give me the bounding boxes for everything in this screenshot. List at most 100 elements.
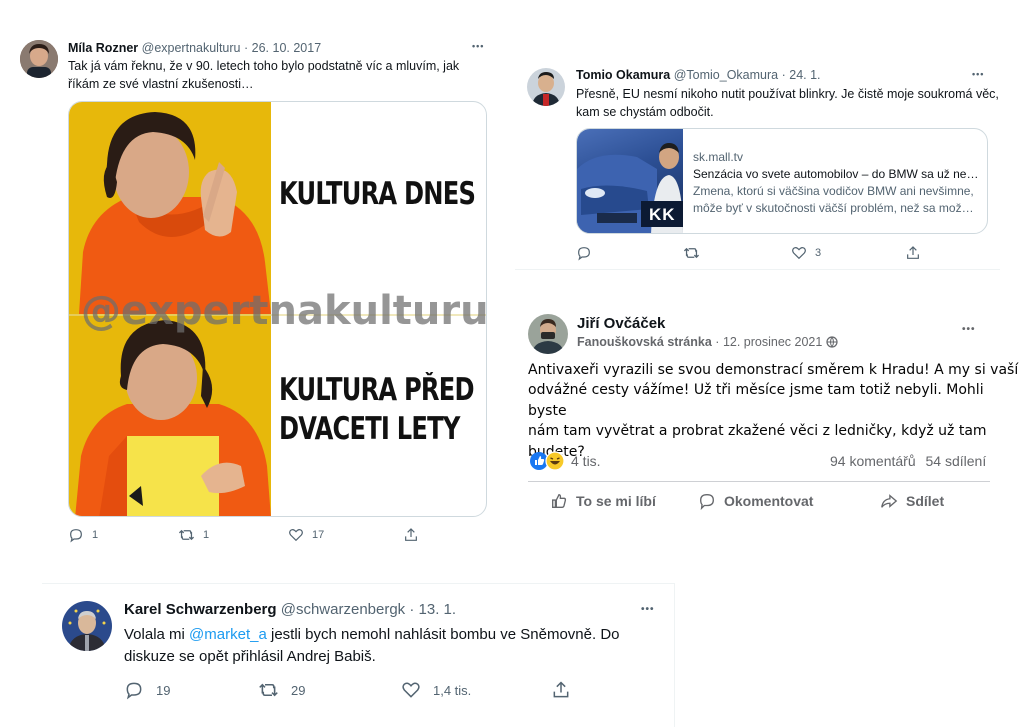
more-options-button[interactable]: ••• xyxy=(972,69,984,79)
tweet-text-line: Přesně, EU nesmí nikoho nutit používat b… xyxy=(576,87,999,101)
meme-top-text: KULTURA DNES xyxy=(279,176,476,212)
post-text-line: odvážné cesty vážíme! Už tři měsíce jsme… xyxy=(528,382,984,419)
avatar-portrait-icon xyxy=(528,314,568,354)
author-name[interactable]: Míla Rozner xyxy=(68,41,138,55)
author-handle[interactable]: @schwarzenbergk xyxy=(281,601,405,618)
post-text: Antivaxeři vyrazili se svou demonstrací … xyxy=(528,360,1024,462)
like-count: 1,4 tis. xyxy=(433,682,472,698)
retweet-button[interactable]: 1 xyxy=(178,527,288,543)
shares-count-link[interactable]: 54 sdílení xyxy=(926,453,987,469)
link-description-line: Zmena, ktorú si väčšina vodičov BMW ani … xyxy=(693,184,974,198)
comments-count-link[interactable]: 94 komentářů xyxy=(830,453,916,469)
actions-divider xyxy=(528,481,990,482)
post-actions: To se mi líbí Okomentovat Sdílet xyxy=(550,492,944,510)
tweet-actions: 19 29 1,4 tis. xyxy=(124,680,571,700)
author-handle[interactable]: @Tomio_Okamura xyxy=(674,68,778,82)
heart-icon xyxy=(402,682,420,698)
post-text-line: Antivaxeři vyrazili se svou demonstrací … xyxy=(528,362,1019,378)
mention-link[interactable]: @market_a xyxy=(189,626,267,643)
laugh-reaction-icon xyxy=(545,451,565,471)
heart-icon xyxy=(792,246,806,260)
author-name[interactable]: Jiří Ovčáček xyxy=(577,315,665,332)
avatar[interactable] xyxy=(20,40,58,78)
post-text-line: nám tam vyvětrat a probrat zkažené věci … xyxy=(528,423,987,440)
tweet-date[interactable]: 24. 1. xyxy=(789,68,820,82)
link-thumbnail: KK xyxy=(577,129,683,233)
share-button[interactable] xyxy=(551,680,571,700)
like-post-button[interactable]: To se mi líbí xyxy=(550,492,698,510)
retweet-button[interactable]: 29 xyxy=(258,680,401,700)
tweet-card-rozner: Míla Rozner @expertnakulturu · 26. 10. 2… xyxy=(0,0,505,560)
like-button[interactable]: 3 xyxy=(791,245,905,261)
like-post-label: To se mi líbí xyxy=(576,493,656,509)
like-count: 17 xyxy=(312,529,325,541)
tweet-text-line: říkám ze své vlastní zkušenosti… xyxy=(68,76,254,91)
thumb-logo: KK xyxy=(649,205,676,224)
reply-icon xyxy=(126,682,142,700)
avatar[interactable] xyxy=(62,601,112,651)
link-title: Senzácia vo svete automobilov – do BMW s… xyxy=(693,167,979,181)
retweet-button[interactable] xyxy=(683,245,791,261)
text-fragment: Volala mi xyxy=(124,626,190,643)
reactions-summary[interactable]: 4 tis. xyxy=(529,451,601,471)
meme-watermark: @expertnakulturu xyxy=(81,288,487,334)
tweet-text: Volala mi @market_a jestli bych nemohl n… xyxy=(124,624,620,668)
share-post-button[interactable]: Sdílet xyxy=(880,492,944,510)
link-preview-card[interactable]: KK sk.mall.tv Senzácia vo svete automobi… xyxy=(576,128,988,234)
tweet-text-line: diskuze se opět přihlásil Andrej Babiš. xyxy=(124,647,376,665)
share-icon xyxy=(405,528,417,541)
avatar-portrait-icon xyxy=(20,40,58,78)
public-globe-icon xyxy=(826,336,838,351)
tweet-actions: 3 xyxy=(576,245,921,261)
like-button[interactable]: 1,4 tis. xyxy=(401,680,551,700)
avatar[interactable] xyxy=(528,314,568,354)
reactions-count: 4 tis. xyxy=(571,453,601,469)
meme-bottom-text-line2: DVACETI LETY xyxy=(279,411,460,447)
reply-count: 19 xyxy=(156,682,171,698)
retweet-count: 1 xyxy=(203,529,210,541)
reply-button[interactable] xyxy=(576,245,683,261)
avatar-portrait-icon xyxy=(62,601,112,651)
tweet-date[interactable]: 26. 10. 2017 xyxy=(252,41,322,55)
tweet-text: Přesně, EU nesmí nikoho nutit používat b… xyxy=(576,86,999,121)
link-domain: sk.mall.tv xyxy=(693,150,744,164)
comment-bubble-icon xyxy=(700,494,714,510)
retweet-count: 29 xyxy=(291,682,306,698)
author-handle[interactable]: @expertnakulturu xyxy=(142,41,241,55)
share-icon xyxy=(553,681,569,698)
heart-icon xyxy=(289,528,303,542)
share-label: Sdílet xyxy=(906,493,945,509)
more-options-button[interactable]: ••• xyxy=(472,41,484,51)
reply-icon xyxy=(578,247,590,261)
separator-dot: · xyxy=(243,41,249,55)
separator-dot: · xyxy=(715,335,720,349)
share-button[interactable] xyxy=(403,527,419,543)
tweet-text-line: kam se chystám odbočit. xyxy=(576,104,714,119)
share-button[interactable] xyxy=(905,245,921,261)
comment-button[interactable]: Okomentovat xyxy=(698,492,880,510)
avatar-portrait-icon xyxy=(527,68,565,106)
reply-icon xyxy=(70,529,82,543)
share-arrow-icon xyxy=(881,494,898,508)
author-name[interactable]: Karel Schwarzenberg xyxy=(124,601,277,618)
tweet-text: Tak já vám řeknu, že v 90. letech toho b… xyxy=(68,58,459,93)
more-options-button[interactable]: ••• xyxy=(962,324,976,335)
post-date[interactable]: 12. prosinec 2021 xyxy=(723,335,822,349)
reply-button[interactable]: 19 xyxy=(124,680,258,700)
comment-label: Okomentovat xyxy=(724,493,814,509)
meme-figure-bottom-icon xyxy=(75,320,271,516)
like-count: 3 xyxy=(815,247,822,259)
more-options-button[interactable]: ••• xyxy=(641,604,655,615)
thumbs-up-icon xyxy=(552,494,567,508)
tweet-date[interactable]: 13. 1. xyxy=(419,601,457,618)
like-button[interactable]: 17 xyxy=(288,527,403,543)
page-name[interactable]: Fanouškovská stránka xyxy=(577,335,712,349)
author-name[interactable]: Tomio Okamura xyxy=(576,68,670,82)
reply-count: 1 xyxy=(92,529,99,541)
separator-dot: · xyxy=(781,68,786,82)
retweet-icon xyxy=(683,247,700,259)
reply-button[interactable]: 1 xyxy=(68,527,178,543)
avatar[interactable] xyxy=(527,68,565,106)
meme-image[interactable]: KULTURA DNES KULTURA PŘED DVACETI LETY @… xyxy=(68,101,487,517)
share-icon xyxy=(907,246,919,259)
